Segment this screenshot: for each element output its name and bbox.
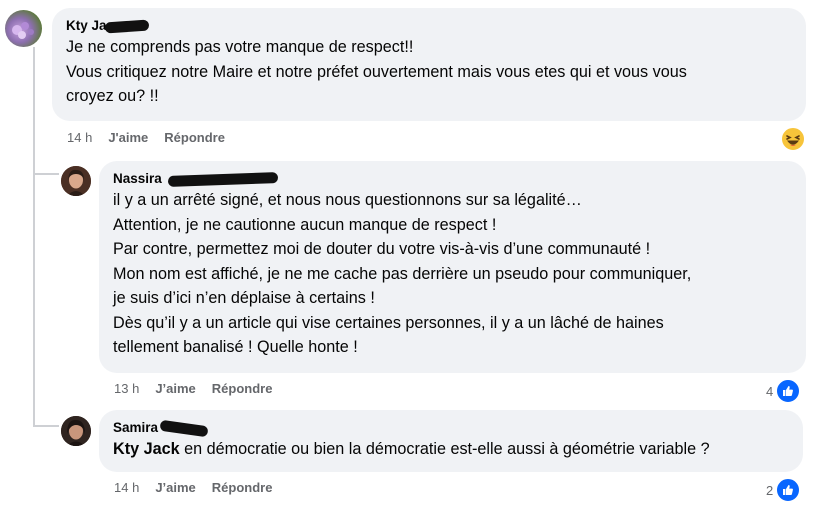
reply-button[interactable]: Répondre <box>164 130 225 145</box>
like-icon <box>775 477 802 503</box>
reply-button[interactable]: Répondre <box>212 480 273 495</box>
person-avatar-icon <box>61 166 91 196</box>
redaction-mark <box>167 171 278 187</box>
comment-author[interactable]: Kty Ja <box>66 17 792 35</box>
reply-button[interactable]: Répondre <box>212 381 273 396</box>
redaction-mark <box>159 419 209 437</box>
reaction-count: 4 <box>766 383 774 399</box>
like-icon <box>775 378 802 404</box>
comment-bubble: Kty Ja Je ne comprends pas votre manque … <box>52 8 806 121</box>
like-button[interactable]: J'aime <box>108 130 148 145</box>
mention-link[interactable]: Kty Jack <box>113 440 180 458</box>
comment-timestamp[interactable]: 14 h <box>114 480 139 495</box>
like-button[interactable]: J’aime <box>155 381 195 396</box>
reaction-summary[interactable]: 2 <box>766 477 802 503</box>
avatar[interactable] <box>61 416 91 446</box>
comment-author[interactable]: Nassira <box>113 170 792 188</box>
thread-line <box>33 175 35 425</box>
avatar[interactable] <box>5 10 42 47</box>
redaction-mark <box>104 18 149 34</box>
comment-text: Kty Jack en démocratie ou bien la démocr… <box>113 440 710 458</box>
comment-text: Je ne comprends pas votre manque de resp… <box>66 38 687 105</box>
comment-author[interactable]: Samira <box>113 419 789 437</box>
comment-actions: 14 h J’aime Répondre <box>114 480 288 495</box>
reaction-summary[interactable]: 4 <box>766 378 802 404</box>
comment-text: il y a un arrêté signé, et nous nous que… <box>113 191 692 356</box>
person-avatar-icon <box>61 416 91 446</box>
haha-emoji-icon[interactable] <box>780 126 806 152</box>
like-button[interactable]: J’aime <box>155 480 195 495</box>
comment-bubble: Nassira il y a un arrêté signé, et nous … <box>99 161 806 373</box>
avatar[interactable] <box>61 166 91 196</box>
comment-actions: 13 h J’aime Répondre <box>114 381 288 396</box>
comment-timestamp[interactable]: 14 h <box>67 130 92 145</box>
flowers-avatar-icon <box>12 22 34 39</box>
comment-actions: 14 h J'aime Répondre <box>67 130 241 145</box>
thread-line <box>33 47 35 175</box>
thread-connector <box>33 173 59 175</box>
comment-bubble: Samira Kty Jack en démocratie ou bien la… <box>99 410 803 472</box>
reaction-count: 2 <box>766 482 774 498</box>
comment-timestamp[interactable]: 13 h <box>114 381 139 396</box>
thread-connector <box>33 425 59 427</box>
